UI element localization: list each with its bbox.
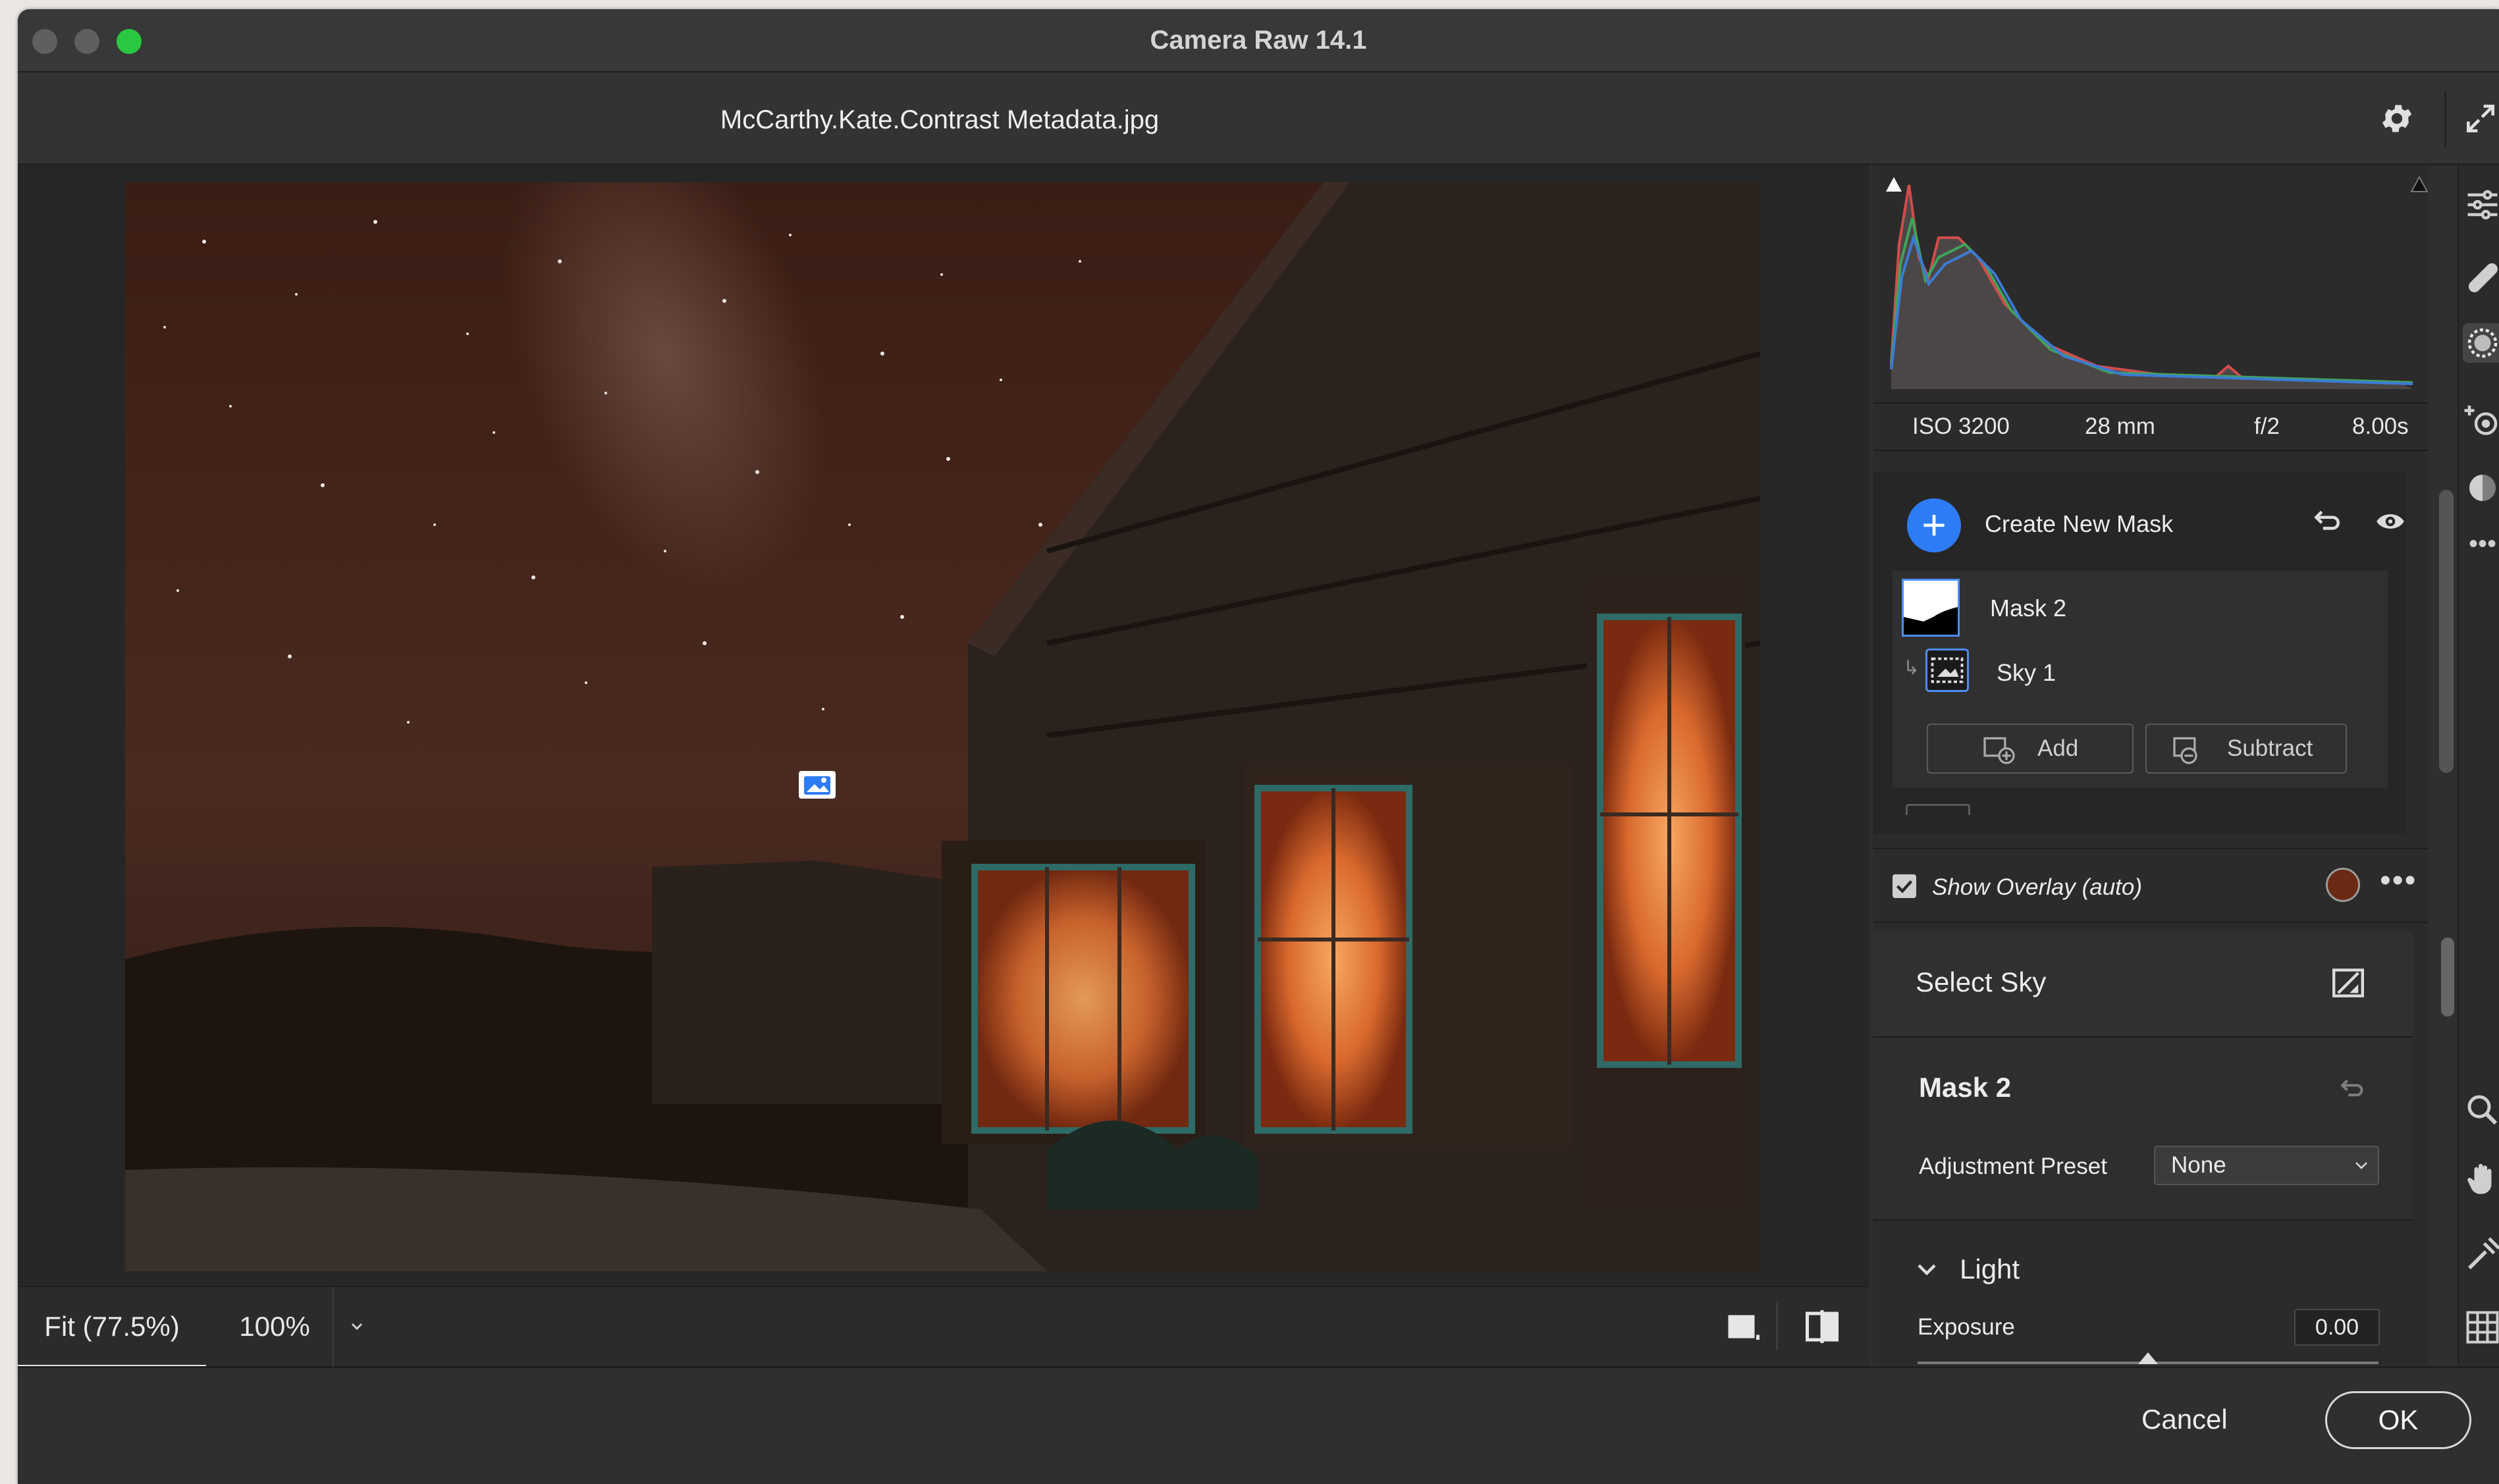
zoom-icon[interactable] [2463, 1090, 2499, 1130]
exposure-label: Exposure [1918, 1314, 2015, 1340]
subtract-button[interactable]: Subtract [2145, 724, 2347, 774]
zoom-fit-button[interactable]: Fit (77.5%) [18, 1287, 206, 1369]
grid-icon[interactable] [2463, 1308, 2499, 1347]
hand-icon[interactable] [2463, 1159, 2499, 1199]
right-panel: ISO 3200 28 mm f/2 8.00s + Create New Ma… [1873, 165, 2429, 1365]
toolbar-divider [1776, 1303, 1778, 1350]
masking-tool[interactable] [2463, 323, 2499, 363]
light-section: Light Exposure 0.00 [1873, 1222, 2413, 1365]
reset-mask-icon[interactable] [2335, 1074, 2367, 1103]
mask-2-section: Mask 2 Adjustment Preset None [1873, 1038, 2413, 1221]
file-header: McCarthy.Kate.Contrast Metadata.jpg [18, 72, 2499, 165]
shadow-clip-icon [1886, 177, 1902, 192]
add-label: Add [2037, 735, 2079, 761]
subtract-mask-icon [2173, 737, 2197, 764]
subtract-label: Subtract [2227, 735, 2313, 761]
eye-icon[interactable] [2372, 505, 2409, 538]
preview-toolbar: Fit (77.5%) 100% [18, 1286, 1869, 1369]
masking-icon [2467, 328, 2498, 358]
sky-1-label[interactable]: Sky 1 [1997, 659, 2056, 687]
window-title: Camera Raw 14.1 [1150, 26, 1367, 55]
exif-aperture: f/2 [2254, 413, 2280, 439]
child-arrow-icon: ↳ [1903, 657, 1920, 679]
edit-sliders-icon[interactable] [2463, 185, 2499, 225]
zoom-100-button[interactable]: 100% [215, 1287, 334, 1366]
night-building-photo [125, 182, 1760, 1271]
exif-bar: ISO 3200 28 mm f/2 8.00s [1873, 402, 2428, 451]
mask-2-thumbnail[interactable] [1902, 579, 1960, 637]
single-view-icon[interactable] [1723, 1307, 1763, 1346]
exposure-slider-handle[interactable] [2137, 1351, 2159, 1364]
masks-panel: + Create New Mask Mask 2 ↳ Sky 1 Add Sub… [1873, 472, 2406, 834]
histogram [1873, 165, 2429, 402]
exif-shutter: 8.00s [2352, 413, 2409, 439]
image-preview-area[interactable] [18, 165, 1869, 1286]
adjustment-preset-value: None [2171, 1152, 2226, 1178]
show-overlay-row: Show Overlay (auto) ••• [1873, 848, 2428, 923]
panel-scrollbar[interactable] [2441, 938, 2454, 1017]
select-sky-section: Select Sky [1873, 931, 2413, 1038]
mask-list: Mask 2 ↳ Sky 1 Add Subtract [1893, 571, 2388, 788]
red-eye-icon[interactable] [2463, 399, 2499, 438]
expand-icon[interactable] [2462, 100, 2499, 137]
show-overlay-label[interactable]: Show Overlay (auto) [1932, 874, 2142, 901]
adjustment-preset-label: Adjustment Preset [1919, 1153, 2107, 1179]
exposure-value-input[interactable]: 0.00 [2294, 1309, 2380, 1346]
create-new-mask-label[interactable]: Create New Mask [1985, 510, 2173, 538]
zoom-dropdown[interactable] [333, 1287, 380, 1366]
next-mask-thumbnail [1906, 804, 1970, 815]
chevron-down-icon[interactable] [1914, 1258, 1940, 1281]
adjustment-preset-select[interactable]: None [2154, 1146, 2379, 1185]
tool-strip: ••• [2458, 165, 2499, 1365]
dialog-footer: Cancel OK [18, 1366, 2499, 1484]
show-overlay-checkbox[interactable] [1893, 874, 1916, 898]
more-tools-icon[interactable]: ••• [2463, 531, 2499, 570]
title-bar: Camera Raw 14.1 [18, 9, 2499, 72]
create-new-mask-button[interactable]: + [1907, 498, 1961, 552]
more-options-icon[interactable]: ••• [2380, 862, 2417, 899]
exif-focal: 28 mm [2085, 413, 2155, 439]
chevron-down-icon [351, 1323, 363, 1331]
overlay-color-swatch[interactable] [2326, 868, 2360, 902]
photo-preview[interactable] [125, 182, 1760, 1271]
gear-icon[interactable] [2378, 100, 2415, 137]
file-name: McCarthy.Kate.Contrast Metadata.jpg [720, 105, 1160, 134]
header-divider [2444, 91, 2446, 147]
sampler-icon[interactable] [2463, 1235, 2499, 1275]
mask-2-label[interactable]: Mask 2 [1990, 595, 2066, 622]
add-button[interactable]: Add [1927, 724, 2134, 774]
reset-icon[interactable] [2307, 505, 2344, 538]
presets-icon[interactable] [2463, 468, 2499, 508]
sky-component-icon[interactable] [1925, 649, 1969, 692]
camera-raw-window: Camera Raw 14.1 McCarthy.Kate.Contrast M… [18, 9, 2499, 1484]
ok-button[interactable]: OK [2325, 1391, 2471, 1449]
exif-iso: ISO 3200 [1912, 413, 2010, 439]
invert-mask-icon[interactable] [2330, 967, 2366, 999]
mask-pin-icon[interactable] [799, 771, 836, 799]
select-sky-label: Select Sky [1916, 967, 2047, 997]
healing-icon[interactable] [2463, 257, 2499, 297]
masks-scrollbar[interactable] [2439, 490, 2454, 773]
mask-2-title: Mask 2 [1919, 1072, 2012, 1103]
light-section-label[interactable]: Light [1960, 1254, 2020, 1285]
cancel-button[interactable]: Cancel [2141, 1404, 2228, 1435]
before-after-icon[interactable] [1802, 1307, 1842, 1346]
chevron-down-icon [2355, 1162, 2367, 1169]
add-mask-icon [1983, 737, 2015, 764]
